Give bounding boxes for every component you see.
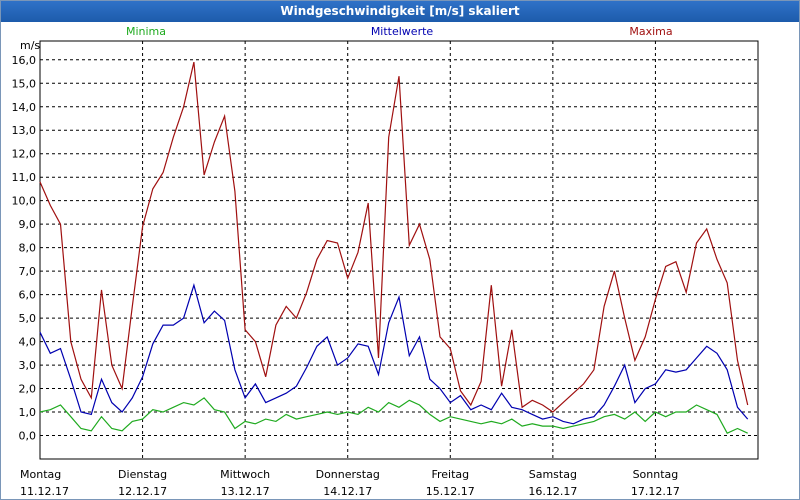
y-tick-labels: 0,0 1,0 2,0 3,0 4,0 5,0 6,0 7,0 8,0 9,0 10,0 11,0 12… — [12, 54, 37, 443]
legend-mittelwerte: Mittelwerte — [371, 25, 434, 38]
day-name-label: Donnerstag — [316, 468, 380, 481]
y-tick-label: 0,0 — [19, 430, 37, 443]
day-date-label: 14.12.17 — [323, 485, 372, 498]
legend-maxima: Maxima — [629, 25, 672, 38]
legend-minima: Minima — [126, 25, 166, 38]
y-tick-label: 9,0 — [19, 218, 37, 231]
y-tick-label: 12,0 — [12, 148, 37, 161]
day-date-label: 13.12.17 — [221, 485, 270, 498]
y-tick-label: 11,0 — [12, 171, 37, 184]
day-name-label: Sonntag — [633, 468, 679, 481]
y-tick-label: 10,0 — [12, 195, 37, 208]
y-tick-label: 1,0 — [19, 406, 37, 419]
y-tick-label: 8,0 — [19, 242, 37, 255]
day-name-label: Montag — [20, 468, 61, 481]
plot-area — [39, 40, 759, 460]
day-date-label: 15.12.17 — [426, 485, 475, 498]
day-date-label: 12.12.17 — [118, 485, 167, 498]
day-name-label: Dienstag — [118, 468, 167, 481]
y-tick-label: 4,0 — [19, 336, 37, 349]
y-tick-label: 7,0 — [19, 265, 37, 278]
y-tick-label: 13,0 — [12, 124, 37, 137]
day-name-label: Samstag — [529, 468, 577, 481]
day-date-label: 17.12.17 — [631, 485, 680, 498]
x-tick-labels: Montag 11.12.17 Dienstag 12.12.17 Mittwoch 13… — [20, 468, 680, 498]
y-axis-label: m/s — [20, 39, 40, 52]
y-tick-label: 16,0 — [12, 54, 37, 67]
day-date-label: 16.12.17 — [528, 485, 577, 498]
y-tick-label: 2,0 — [19, 383, 37, 396]
y-tick-label: 5,0 — [19, 312, 37, 325]
y-tick-label: 6,0 — [19, 289, 37, 302]
line-chart: 0,0 1,0 2,0 3,0 4,0 5,0 6,0 7,0 8,0 9,0 10,0 11,0 12… — [12, 25, 759, 498]
day-name-label: Freitag — [431, 468, 469, 481]
y-tick-label: 3,0 — [19, 359, 37, 372]
day-date-label: 11.12.17 — [20, 485, 69, 498]
day-name-label: Mittwoch — [220, 468, 270, 481]
y-tick-label: 15,0 — [12, 77, 37, 90]
y-tick-label: 14,0 — [12, 101, 37, 114]
